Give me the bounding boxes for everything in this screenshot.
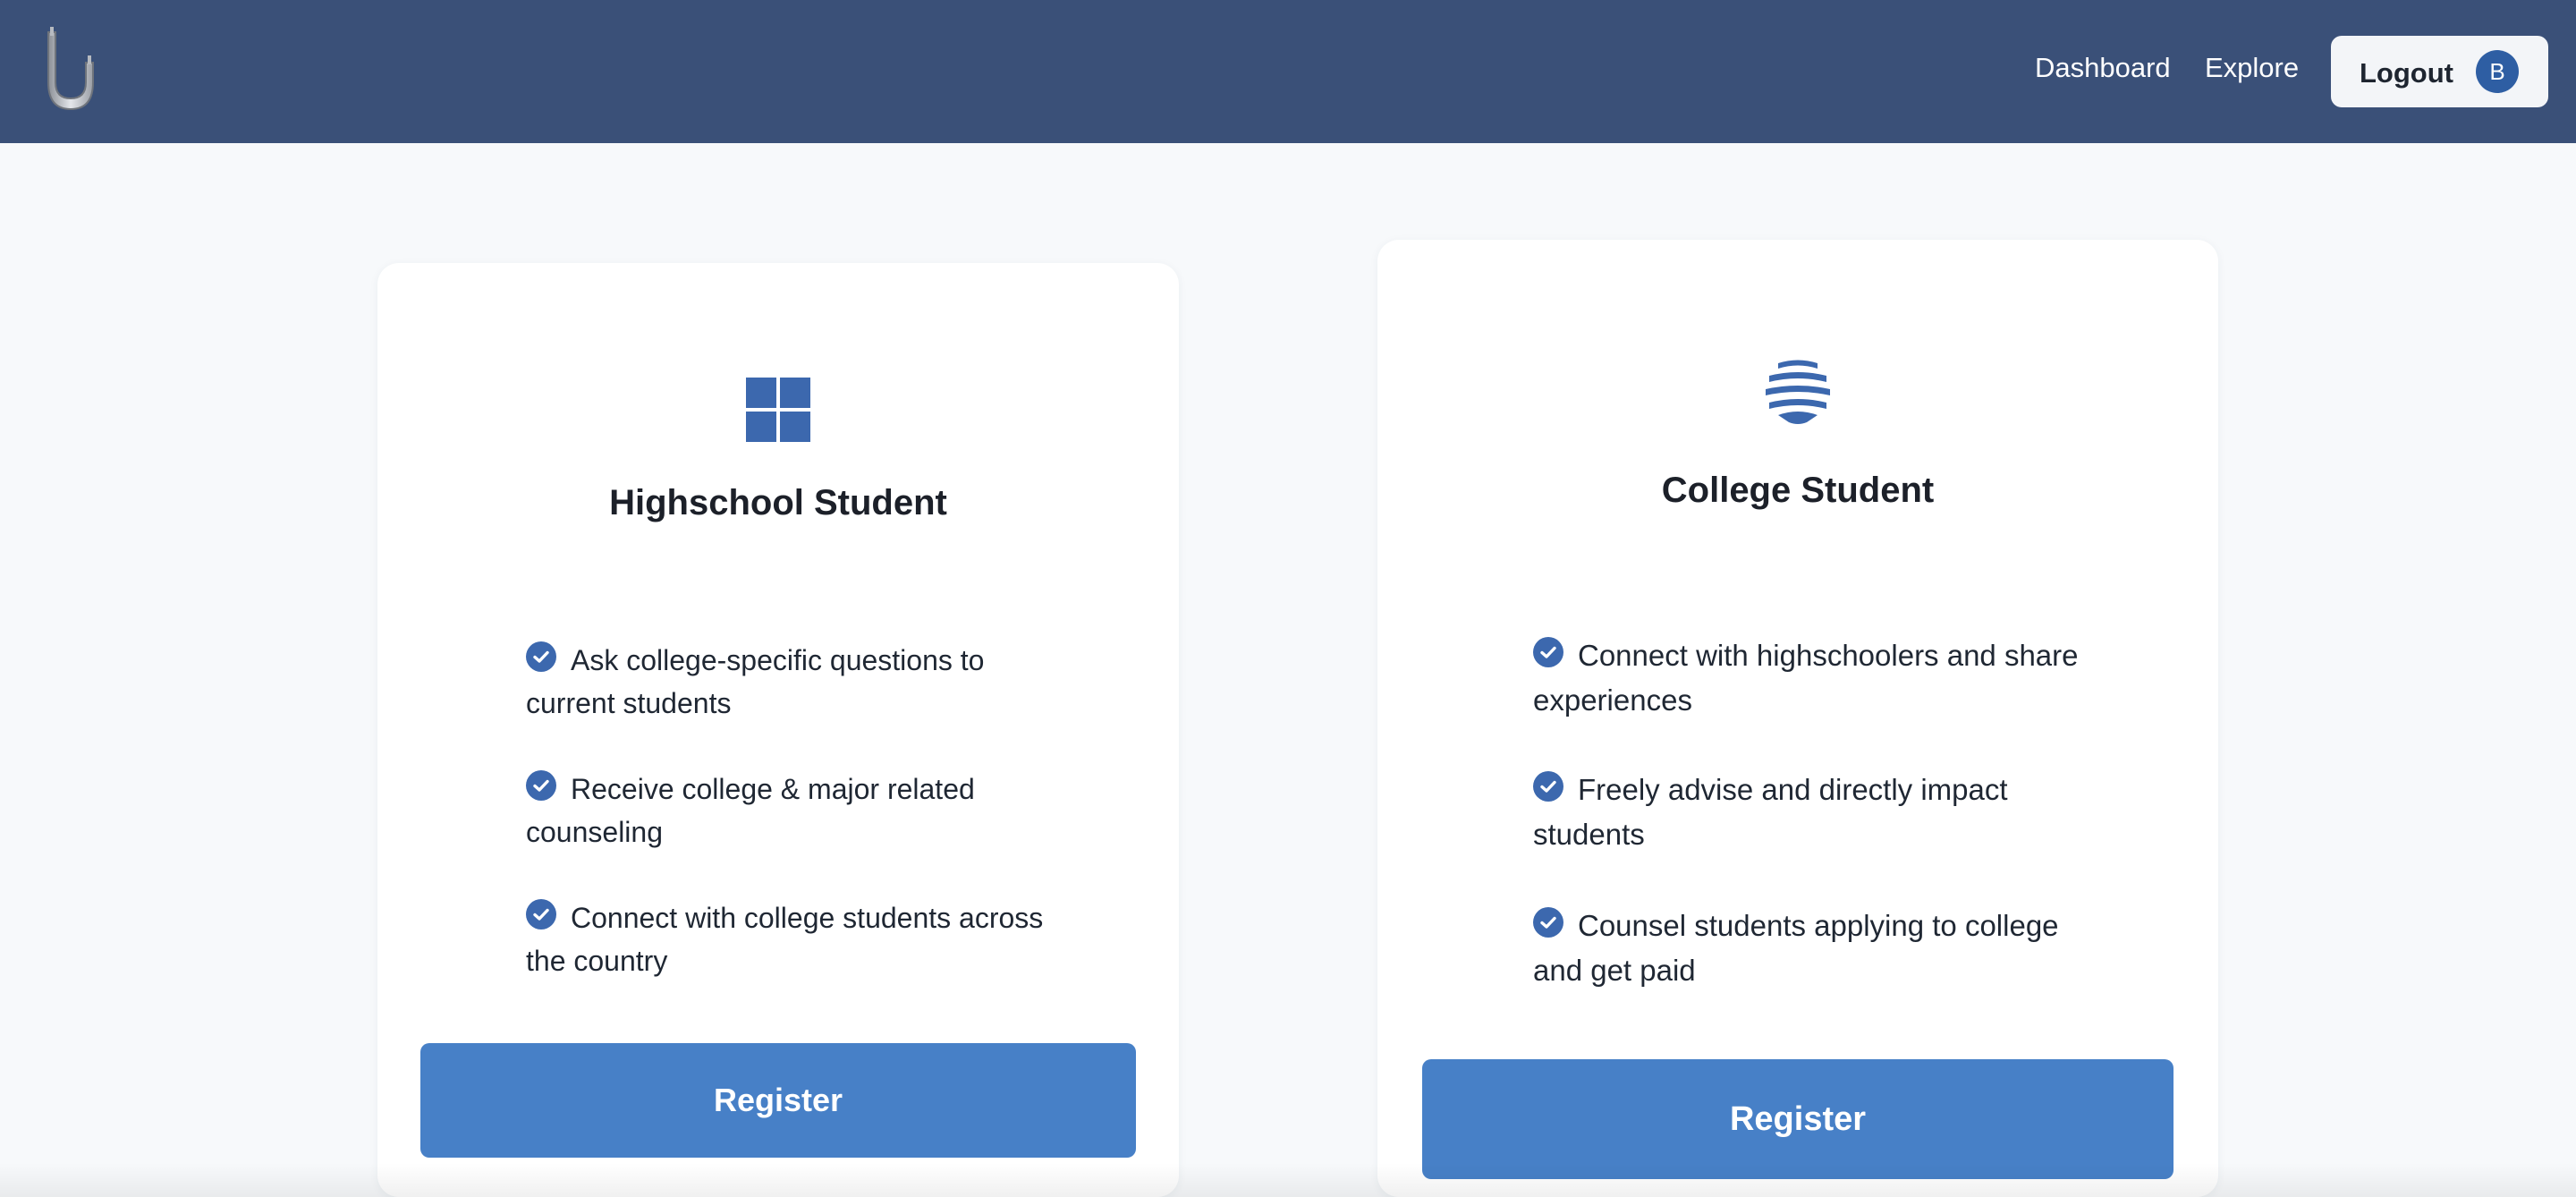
feature-item: Counsel students applying to college and… [1533,904,2106,993]
feature-item: Connect with college students across the… [526,896,1063,982]
logout-label: Logout [2360,57,2454,89]
nav-link-dashboard[interactable]: Dashboard [2035,52,2171,84]
feature-text: Connect with highschoolers and share exp… [1533,639,2079,717]
logout-button[interactable]: Logout B [2331,36,2548,107]
feature-text: Receive college & major related counseli… [526,773,975,848]
feature-text: Connect with college students across the… [526,902,1044,977]
register-button-college[interactable]: Register [1422,1059,2174,1179]
u-pillar-logo-icon[interactable] [39,27,102,113]
check-circle-icon [526,898,556,930]
feature-text: Freely advise and directly impact studen… [1533,773,2008,851]
feature-text: Counsel students applying to college and… [1533,909,2059,987]
check-circle-icon [526,769,556,801]
feature-item: Receive college & major related counseli… [526,768,1063,853]
register-button-highschool[interactable]: Register [420,1043,1136,1158]
highschool-student-card: Highschool Student Ask college-specific … [377,263,1179,1197]
card-title-college: College Student [1661,471,1935,510]
feature-item: Freely advise and directly impact studen… [1533,768,2106,857]
card-title-highschool: Highschool Student [609,483,947,522]
feature-item: Connect with highschoolers and share exp… [1533,633,2106,723]
check-circle-icon [1533,635,1563,667]
check-circle-icon [1533,905,1563,938]
windows-grid-icon [746,378,810,446]
check-circle-icon [1533,769,1563,802]
feature-text: Ask college-specific questions to curren… [526,644,985,719]
college-student-card: College Student Connect with highschoole… [1377,240,2218,1197]
avatar[interactable]: B [2476,50,2519,93]
stacked-layers-icon [1764,358,1832,430]
check-circle-icon [526,641,556,672]
bottom-shadow [0,1163,2576,1197]
top-navbar: Dashboard Explore Logout B [0,0,2576,143]
nav-link-explore[interactable]: Explore [2205,52,2299,84]
feature-item: Ask college-specific questions to curren… [526,639,1063,725]
